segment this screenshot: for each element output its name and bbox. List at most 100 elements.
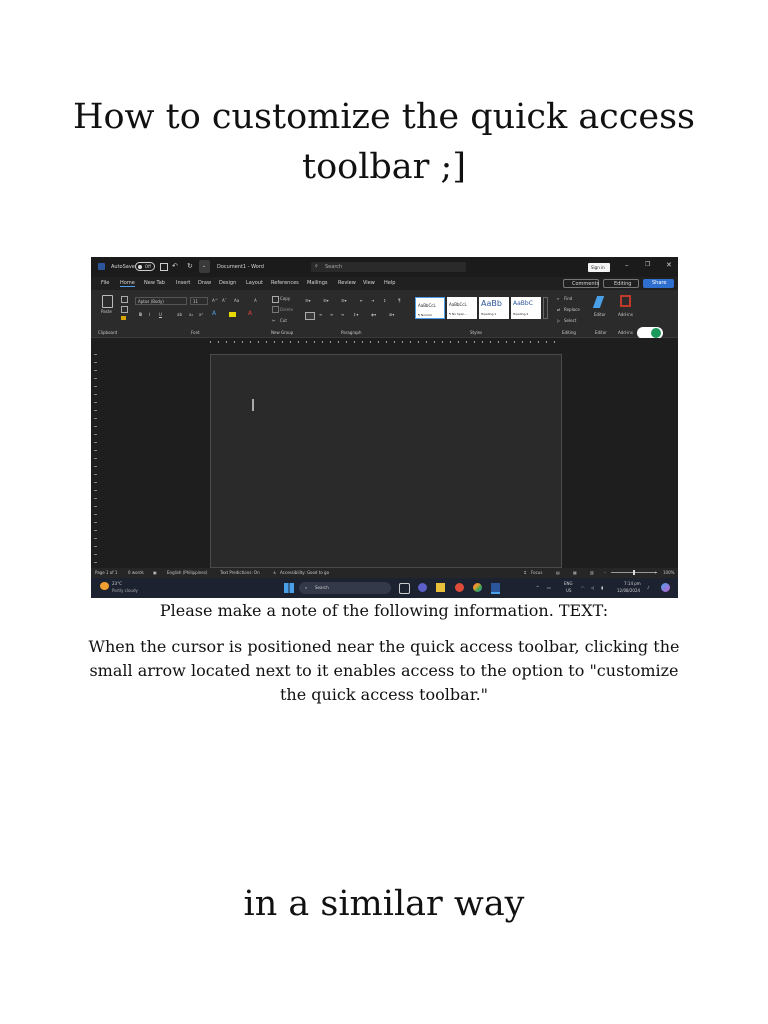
volume-icon[interactable]: ◁: [591, 585, 594, 590]
pilcrow-icon[interactable]: ¶: [398, 298, 401, 303]
find-label[interactable]: Find: [564, 296, 572, 301]
wifi-icon[interactable]: ◠: [581, 585, 585, 590]
status-accessibility[interactable]: Accessibility: Good to go: [280, 570, 329, 575]
signin-button[interactable]: Sign in: [588, 263, 610, 272]
justify-icon[interactable]: ≡: [341, 312, 344, 317]
tab-review[interactable]: Review: [338, 280, 356, 286]
restore-icon[interactable]: ❐: [645, 262, 650, 268]
strikethrough-icon[interactable]: ab: [177, 312, 182, 317]
paste-icon[interactable]: [102, 295, 113, 308]
web-layout-icon[interactable]: ▥: [590, 570, 594, 575]
status-focus[interactable]: Focus: [531, 570, 542, 575]
addins-grid-icon[interactable]: [620, 295, 631, 307]
delete-icon[interactable]: [272, 306, 279, 313]
redo-icon[interactable]: ↻: [187, 262, 193, 270]
borders-icon[interactable]: ⊞▾: [389, 312, 394, 317]
style-normal[interactable]: AaBbCcL ¶ Normal: [415, 297, 445, 319]
bold-icon[interactable]: B: [139, 312, 142, 317]
close-icon[interactable]: ✕: [666, 262, 672, 269]
tab-new-tab[interactable]: New Tab: [144, 280, 165, 286]
tab-layout[interactable]: Layout: [246, 280, 263, 286]
share-button[interactable]: Share: [643, 279, 674, 288]
clear-format-icon[interactable]: A: [254, 298, 257, 303]
style-heading-1[interactable]: AaBb Heading 1: [479, 297, 509, 319]
weather-temp[interactable]: 23°C: [112, 581, 122, 586]
style-no-spacing[interactable]: AaBbCcL ¶ No Spac...: [447, 297, 477, 319]
highlight-icon[interactable]: [229, 312, 236, 317]
file-explorer-icon[interactable]: [436, 583, 445, 592]
subscript-icon[interactable]: x₂: [189, 312, 193, 317]
font-color-icon[interactable]: A: [248, 311, 252, 317]
underline-icon[interactable]: U: [159, 312, 162, 317]
increase-indent-icon[interactable]: ⇥: [371, 298, 374, 303]
taskbar-lang[interactable]: ENG: [564, 581, 573, 586]
copilot-icon[interactable]: [661, 583, 670, 592]
accessibility-icon[interactable]: ♿: [273, 570, 277, 575]
status-predictions[interactable]: Text Predictions: On: [220, 570, 260, 575]
align-right-icon[interactable]: ≡: [330, 312, 333, 317]
delete-label[interactable]: Delete: [280, 307, 293, 312]
focus-icon[interactable]: ⌗: [524, 570, 526, 575]
read-mode-icon[interactable]: ▤: [556, 570, 560, 575]
multilevel-icon[interactable]: ☰▾: [341, 298, 347, 303]
weather-desc[interactable]: Partly cloudy: [112, 588, 138, 593]
tray-app-icon[interactable]: ▭: [547, 585, 551, 590]
font-size-select[interactable]: 11: [190, 297, 208, 305]
tab-help[interactable]: Help: [384, 280, 395, 286]
bullets-icon[interactable]: ☰▾: [305, 298, 311, 303]
tab-file[interactable]: File: [101, 280, 109, 286]
windows-start-icon[interactable]: [284, 583, 294, 593]
zoom-slider[interactable]: [611, 570, 657, 575]
select-icon[interactable]: ▷: [557, 318, 560, 323]
tab-view[interactable]: View: [363, 280, 375, 286]
replace-icon[interactable]: ⇄: [557, 307, 560, 312]
decrease-indent-icon[interactable]: ⇤: [360, 298, 363, 303]
cut-label[interactable]: Cut: [280, 318, 287, 323]
zoom-slider-thumb[interactable]: [633, 570, 635, 575]
cut-small-icon[interactable]: [121, 296, 128, 303]
print-layout-icon[interactable]: ▦: [573, 570, 577, 575]
zoom-in-icon[interactable]: +: [654, 570, 657, 575]
weather-icon[interactable]: [100, 582, 109, 590]
task-view-icon[interactable]: [399, 583, 410, 594]
copy-label[interactable]: Copy: [280, 296, 290, 301]
tray-chevron-icon[interactable]: ^: [536, 585, 539, 590]
tab-references[interactable]: References: [271, 280, 299, 286]
style-heading-2[interactable]: AaBbC Heading 2: [511, 297, 541, 319]
comments-button[interactable]: Comments: [563, 279, 599, 288]
grow-font-icon[interactable]: A^: [212, 298, 218, 303]
shrink-font-icon[interactable]: Aˇ: [222, 298, 227, 303]
vertical-ruler[interactable]: [94, 354, 97, 564]
horizontal-ruler[interactable]: [91, 338, 678, 346]
font-name-select[interactable]: Aptos (Body): [135, 297, 187, 305]
app-colorful-icon[interactable]: [473, 583, 482, 592]
taskbar-lang-sub[interactable]: US: [566, 588, 571, 593]
addins-label[interactable]: Add-ins: [618, 312, 633, 317]
quick-access-customize-button[interactable]: ⌄: [199, 260, 210, 273]
autosave-toggle[interactable]: Off: [135, 262, 155, 271]
line-spacing-icon[interactable]: ↕▾: [353, 312, 358, 317]
replace-label[interactable]: Replace: [564, 307, 580, 312]
change-case-icon[interactable]: Aa: [234, 298, 239, 303]
status-page[interactable]: Page 1 of 1: [95, 570, 117, 575]
status-language[interactable]: English (Philippines): [167, 570, 207, 575]
taskbar-time[interactable]: 7:14 pm: [624, 581, 641, 586]
numbering-icon[interactable]: ☰▾: [323, 298, 329, 303]
zoom-out-icon[interactable]: –: [604, 570, 606, 575]
title-search-box[interactable]: ⌕ Search: [311, 262, 466, 272]
battery-icon[interactable]: ▮: [601, 585, 603, 590]
chrome-icon[interactable]: [455, 583, 464, 592]
minimize-icon[interactable]: –: [625, 262, 629, 269]
status-zoom[interactable]: 100%: [663, 570, 674, 575]
notification-bell-icon[interactable]: ♪: [647, 585, 650, 590]
align-left-icon[interactable]: [305, 312, 315, 320]
shading-icon[interactable]: ◈▾: [371, 312, 376, 317]
copy-small-icon[interactable]: [121, 306, 128, 313]
align-center-icon[interactable]: ≡: [319, 312, 322, 317]
editor-label[interactable]: Editor: [594, 312, 606, 317]
tab-draw[interactable]: Draw: [198, 280, 211, 286]
text-effects-icon[interactable]: A: [212, 311, 216, 317]
proofing-icon[interactable]: ▣: [153, 570, 157, 575]
editor-pen-icon[interactable]: [592, 296, 605, 308]
sort-icon[interactable]: ↕: [383, 298, 386, 303]
